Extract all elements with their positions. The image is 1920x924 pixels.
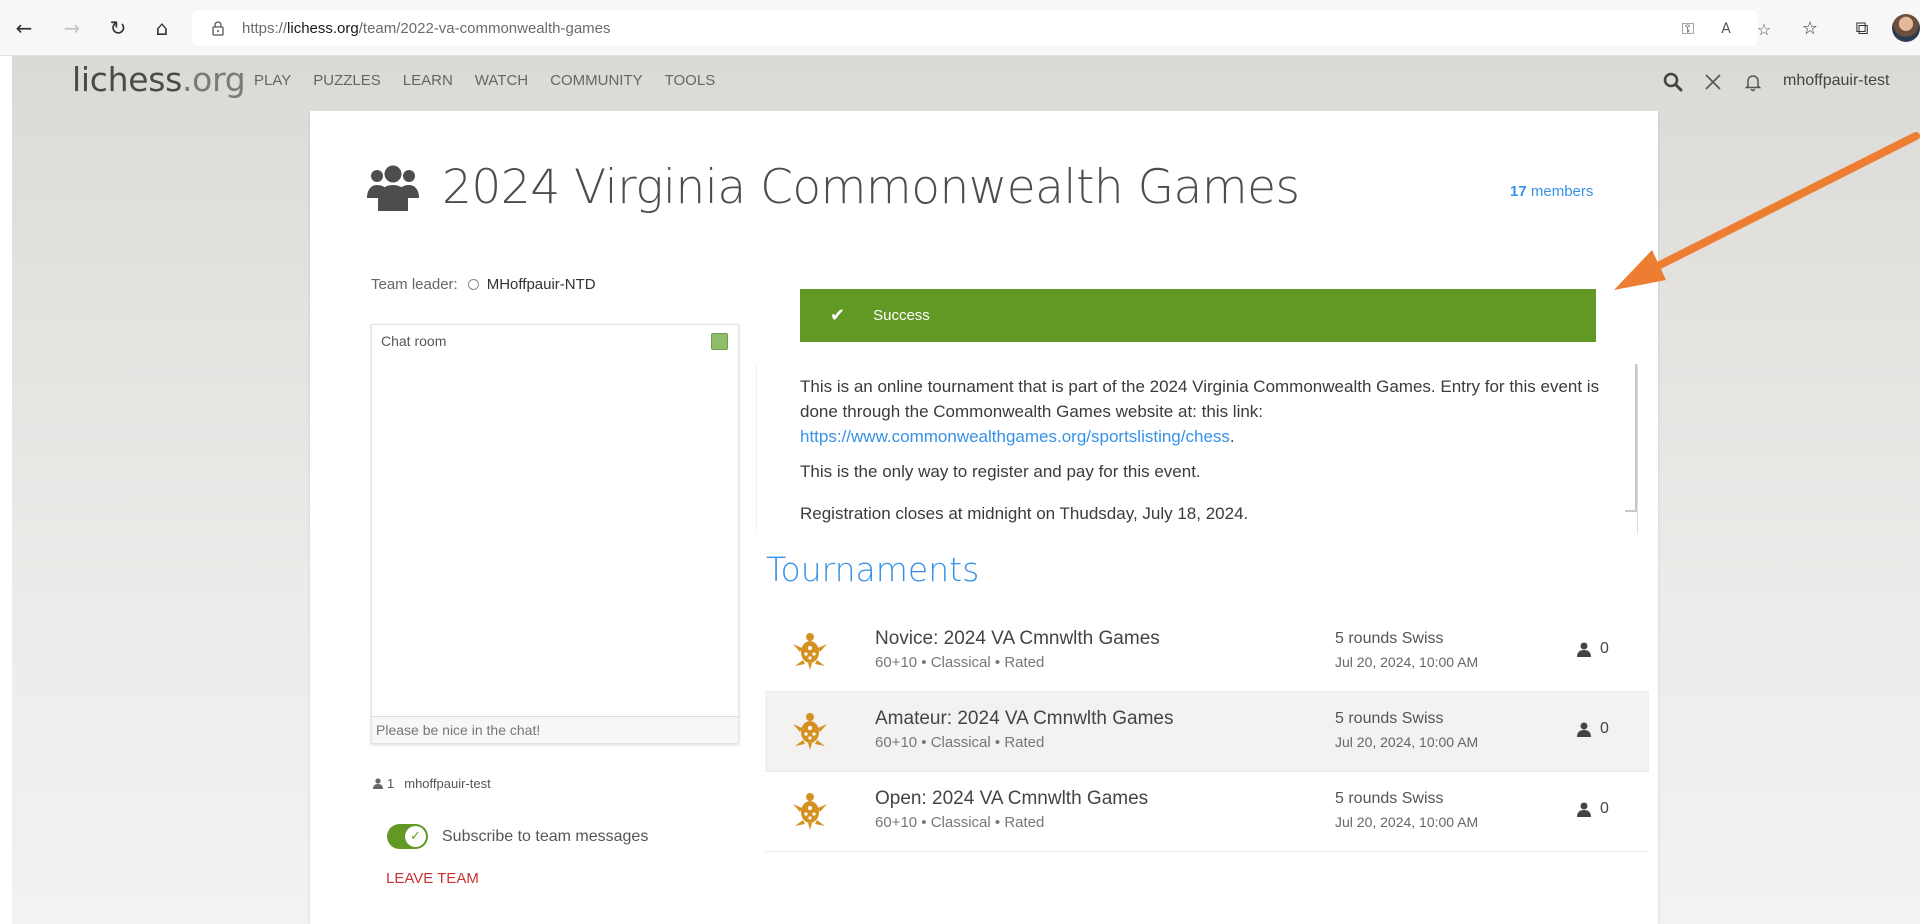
back-arrow-icon[interactable]: ← (10, 14, 38, 42)
tournament-list: Novice: 2024 VA Cmnwlth Games 60+10 • Cl… (765, 612, 1649, 852)
challenge-swords-icon[interactable] (1703, 72, 1723, 97)
nav-play[interactable]: PLAY (254, 72, 291, 89)
favorite-star-icon[interactable]: ☆ (1754, 19, 1774, 39)
subscribe-label: Subscribe to team messages (442, 828, 649, 845)
tournament-meta: 60+10 • Classical • Rated (875, 654, 1045, 671)
tournament-row[interactable]: Open: 2024 VA Cmnwlth Games 60+10 • Clas… (765, 772, 1649, 852)
online-user-link[interactable]: mhoffpauir-test (404, 776, 490, 791)
tournament-format: 5 rounds Swiss (1335, 630, 1444, 647)
left-edge-strip (0, 56, 12, 924)
tournament-name-link[interactable]: Novice: 2024 VA Cmnwlth Games (875, 628, 1160, 650)
tournament-date: Jul 20, 2024, 10:00 AM (1335, 654, 1479, 670)
checkmark-icon: ✓ (405, 826, 426, 847)
description-paragraph-1: This is an online tournament that is par… (800, 377, 1600, 446)
forward-arrow-icon[interactable]: → (58, 14, 86, 42)
chat-toggle-checkbox[interactable] (711, 333, 728, 350)
tournament-meta: 60+10 • Classical • Rated (875, 734, 1045, 751)
tournament-players: 0 (1577, 800, 1609, 818)
search-icon[interactable] (1663, 72, 1683, 97)
team-leader-label: Team leader: (371, 276, 458, 293)
user-menu[interactable]: mhoffpauir-test (1783, 72, 1889, 90)
tournaments-heading: Tournaments (766, 550, 980, 589)
key-icon[interactable]: ⚿ (1678, 19, 1698, 39)
chat-room-title: Chat room (381, 333, 447, 349)
user-icon (373, 778, 383, 789)
chat-room: Chat room Please be nice in the chat! (371, 324, 739, 744)
lock-icon[interactable] (210, 20, 226, 36)
turtle-swiss-icon (793, 713, 827, 750)
page-title: 2024 Virginia Commonwealth Games (442, 160, 1300, 215)
description-paragraph-2: This is the only way to register and pay… (800, 462, 1201, 481)
site-logo[interactable]: lichess.org (72, 60, 246, 99)
turtle-swiss-icon (793, 793, 827, 830)
offline-status-icon (467, 279, 479, 290)
tournament-format: 5 rounds Swiss (1335, 790, 1444, 807)
tournament-row[interactable]: Novice: 2024 VA Cmnwlth Games 60+10 • Cl… (765, 612, 1649, 692)
tournament-date: Jul 20, 2024, 10:00 AM (1335, 734, 1479, 750)
refresh-icon[interactable]: ↻ (104, 14, 132, 42)
success-flash: ✔ Success (800, 289, 1596, 342)
leave-team-button[interactable]: LEAVE TEAM (386, 870, 479, 887)
team-leader: Team leader: MHoffpauir-NTD (371, 276, 596, 293)
tournament-meta: 60+10 • Classical • Rated (875, 814, 1045, 831)
collections-icon[interactable]: ⧉ (1850, 16, 1874, 40)
tournament-date: Jul 20, 2024, 10:00 AM (1335, 814, 1479, 830)
read-aloud-icon[interactable]: A (1716, 19, 1736, 39)
tournament-players: 0 (1577, 640, 1609, 658)
url-text[interactable]: https://lichess.org/team/2022-va-commonw… (242, 20, 611, 37)
online-members: 1 mhoffpauir-test (373, 776, 491, 791)
team-description: This is an online tournament that is par… (756, 364, 1638, 534)
tournament-name-link[interactable]: Amateur: 2024 VA Cmnwlth Games (875, 708, 1174, 730)
nav-learn[interactable]: LEARN (403, 72, 453, 89)
description-scrollbar[interactable] (1625, 364, 1637, 512)
nav-puzzles[interactable]: PUZZLES (313, 72, 381, 89)
tournament-format: 5 rounds Swiss (1335, 710, 1444, 727)
notifications-bell-icon[interactable] (1743, 72, 1763, 97)
annotation-arrow-icon (1614, 132, 1920, 290)
tournament-name-link[interactable]: Open: 2024 VA Cmnwlth Games (875, 788, 1148, 810)
chat-input[interactable]: Please be nice in the chat! (372, 716, 738, 743)
turtle-swiss-icon (793, 633, 827, 670)
tournament-row[interactable]: Amateur: 2024 VA Cmnwlth Games 60+10 • C… (765, 692, 1649, 772)
home-icon[interactable]: ⌂ (148, 14, 176, 42)
nav-tools[interactable]: TOOLS (665, 72, 716, 89)
online-count: 1 (387, 776, 395, 791)
nav-community[interactable]: COMMUNITY (550, 72, 643, 89)
nav-watch[interactable]: WATCH (475, 72, 528, 89)
address-bar[interactable]: https://lichess.org/team/2022-va-commonw… (192, 10, 1771, 46)
browser-profile-avatar[interactable] (1892, 14, 1920, 42)
commonwealth-games-link[interactable]: https://www.commonwealthgames.org/sports… (800, 427, 1230, 446)
user-icon (1577, 722, 1591, 737)
favorites-list-icon[interactable]: ☆ (1798, 16, 1822, 40)
browser-toolbar: ← → ↻ ⌂ https://lichess.org/team/2022-va… (0, 0, 1920, 56)
flash-message: Success (873, 307, 930, 324)
site-nav: PLAY PUZZLES LEARN WATCH COMMUNITY TOOLS (254, 72, 715, 89)
description-paragraph-3: Registration closes at midnight on Thuds… (800, 504, 1249, 523)
user-icon (1577, 642, 1591, 657)
checkmark-icon: ✔ (830, 305, 846, 326)
user-icon (1577, 802, 1591, 817)
members-link[interactable]: 17 members (1510, 183, 1593, 200)
team-group-icon (367, 165, 419, 211)
tournament-players: 0 (1577, 720, 1609, 738)
subscribe-toggle[interactable]: ✓ (387, 824, 428, 849)
team-leader-link[interactable]: MHoffpauir-NTD (487, 276, 596, 293)
